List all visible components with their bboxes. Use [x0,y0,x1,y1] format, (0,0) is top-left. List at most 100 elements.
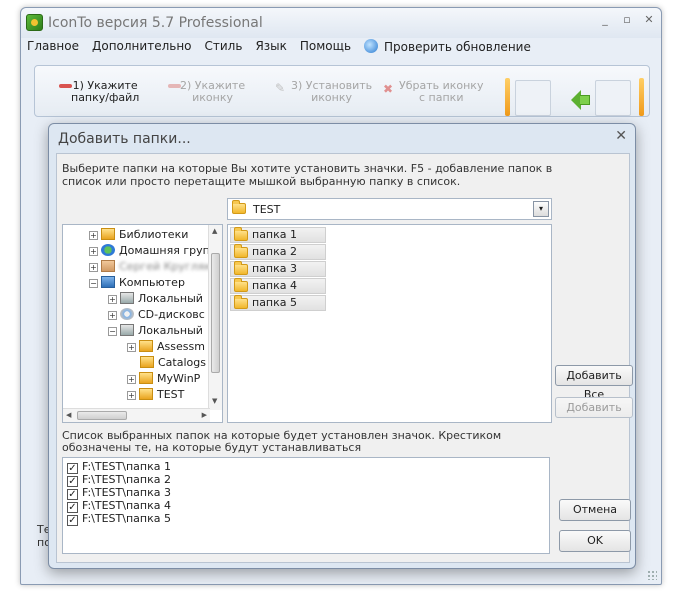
menu-item-check-update[interactable]: Проверить обновление [364,39,531,57]
step-install-icon[interactable]: ✎ 3) Установить иконку [275,80,372,104]
title-bar: IconTo версия 5.7 Professional _ ▫ ✕ [21,8,661,38]
remove-x-icon: ✖ [383,82,394,96]
collapse-toggle[interactable]: − [89,279,98,288]
window-controls: _ ▫ ✕ [599,13,655,26]
tree-horizontal-scrollbar[interactable]: ◀ ▶ [63,408,210,422]
ok-button[interactable]: OK [559,530,631,552]
checkbox[interactable]: ✓ [67,515,78,526]
folder-list-item[interactable]: папка 2 [230,244,326,260]
cd-drive-icon [120,308,134,320]
folder-icon [232,200,246,214]
selected-folder-row[interactable]: ✓ F:\TEST\папка 5 [67,512,171,526]
tree-item-cd-drive[interactable]: + CD-дисковс [108,307,205,323]
minimize-button[interactable]: _ [599,13,611,26]
folder-preview-box [515,80,551,116]
expand-toggle[interactable]: + [127,375,136,384]
menu-item-help[interactable]: Помощь [300,39,351,57]
tree-item-folder[interactable]: + MyWinP [127,371,200,387]
expand-toggle[interactable]: + [108,311,117,320]
scroll-left-arrow-icon[interactable]: ◀ [66,411,71,419]
expand-toggle[interactable]: + [127,343,136,352]
dialog-title: Добавить папки... [58,131,191,147]
scroll-down-arrow-icon[interactable]: ▼ [212,397,217,405]
tree-item-libraries[interactable]: + Библиотеки [89,227,188,243]
expand-toggle[interactable]: + [89,247,98,256]
steps-toolbar: 1) Укажите папку/файл 2) Укажите иконку … [34,65,650,117]
menu-item-additional[interactable]: Дополнительно [92,39,192,57]
maximize-button[interactable]: ▫ [621,13,633,26]
tree-item-folder[interactable]: Catalogs [140,355,206,371]
selected-folder-row[interactable]: ✓ F:\TEST\папка 4 [67,499,171,513]
menu-item-language[interactable]: Язык [255,39,286,57]
check-update-label: Проверить обновление [384,40,531,54]
window-title: IconTo версия 5.7 Professional [48,15,263,31]
expand-toggle[interactable]: + [89,231,98,240]
folder-icon [234,244,248,258]
resize-grip-icon[interactable] [647,570,657,580]
dialog-hint-text: Выберите папки на которые Вы хотите уста… [62,162,553,188]
tree-item-folder[interactable]: + Assessm [127,339,205,355]
step-select-folder[interactable]: 1) Укажите папку/файл [59,80,140,104]
add-button[interactable]: Добавить [555,397,633,418]
tree-item-computer[interactable]: − Компьютер [89,275,185,291]
app-logo-icon [26,14,43,31]
scroll-thumb[interactable] [77,411,127,420]
tree-item-local-disk-f[interactable]: − Локальный [108,323,203,339]
step-label-line2: с папки [419,91,464,104]
add-folders-dialog: Добавить папки... ✕ Выберите папки на ко… [48,123,636,569]
path-combobox[interactable]: TEST ▾ [227,198,552,220]
libraries-icon [101,228,115,240]
update-globe-icon [364,39,379,53]
add-all-button[interactable]: Добавить Все [555,365,633,401]
selected-list-label: Список выбранных папок на которые будет … [62,429,502,454]
scroll-right-arrow-icon[interactable]: ▶ [202,411,207,419]
folder-list-item[interactable]: папка 1 [230,227,326,243]
tree-item-homegroup[interactable]: + Домашняя груп [89,243,210,259]
folder-icon [234,278,248,292]
green-arrow-tail [580,95,590,105]
selected-folder-row[interactable]: ✓ F:\TEST\папка 2 [67,473,171,487]
selected-folder-row[interactable]: ✓ F:\TEST\папка 1 [67,460,171,474]
folder-contents-list[interactable]: папка 1 папка 2 папка 3 папка 4 папка 5 [227,224,552,423]
folder-icon [234,261,248,275]
selected-folder-row[interactable]: ✓ F:\TEST\папка 3 [67,486,171,500]
local-disk-icon [120,292,134,304]
folder-icon [139,388,153,400]
tree-item-user[interactable]: + Сергей Кругляк [89,259,211,275]
scroll-thumb[interactable] [211,253,220,373]
expand-toggle[interactable]: + [108,295,117,304]
expand-toggle[interactable]: + [89,263,98,272]
local-disk-icon [120,324,134,336]
selected-folders-list[interactable]: ✓ F:\TEST\папка 1 ✓ F:\TEST\папка 2 ✓ F:\TE… [62,457,550,554]
dropdown-arrow-icon[interactable]: ▾ [533,201,549,217]
cancel-button[interactable]: Отмена [559,499,631,521]
close-button[interactable]: ✕ [643,13,655,26]
tree-item-test[interactable]: + TEST [127,387,184,403]
tree-vertical-scrollbar[interactable]: ▲ ▼ [208,225,222,410]
pencil-icon: ✎ [275,81,286,95]
folder-tree[interactable]: + Библиотеки + Домашняя груп + Сергей Кругл… [62,224,223,423]
folder-icon [140,356,154,368]
step-marker-icon [168,84,181,88]
orange-separator [505,78,510,116]
scroll-up-arrow-icon[interactable]: ▲ [212,227,217,235]
step-remove-icon[interactable]: ✖ Убрать иконку с папки [383,80,483,104]
folder-list-item[interactable]: папка 3 [230,261,326,277]
menu-bar: Главное Дополнительно Стиль Язык Помощь … [27,39,531,57]
step-label-line2: папку/файл [71,91,140,104]
menu-item-main[interactable]: Главное [27,39,79,57]
dialog-body: Выберите папки на которые Вы хотите уста… [56,153,633,563]
path-value: TEST [253,203,281,216]
expand-toggle[interactable]: + [127,391,136,400]
user-icon [101,260,115,272]
collapse-toggle[interactable]: − [108,327,117,336]
tree-item-local-disk[interactable]: + Локальный [108,291,203,307]
homegroup-icon [101,244,115,256]
folder-list-item[interactable]: папка 5 [230,295,326,311]
step-select-icon[interactable]: 2) Укажите иконку [168,80,245,104]
folder-icon [234,295,248,309]
menu-item-style[interactable]: Стиль [205,39,243,57]
icon-preview-box [595,80,631,116]
dialog-close-icon[interactable]: ✕ [615,128,627,144]
folder-list-item[interactable]: папка 4 [230,278,326,294]
